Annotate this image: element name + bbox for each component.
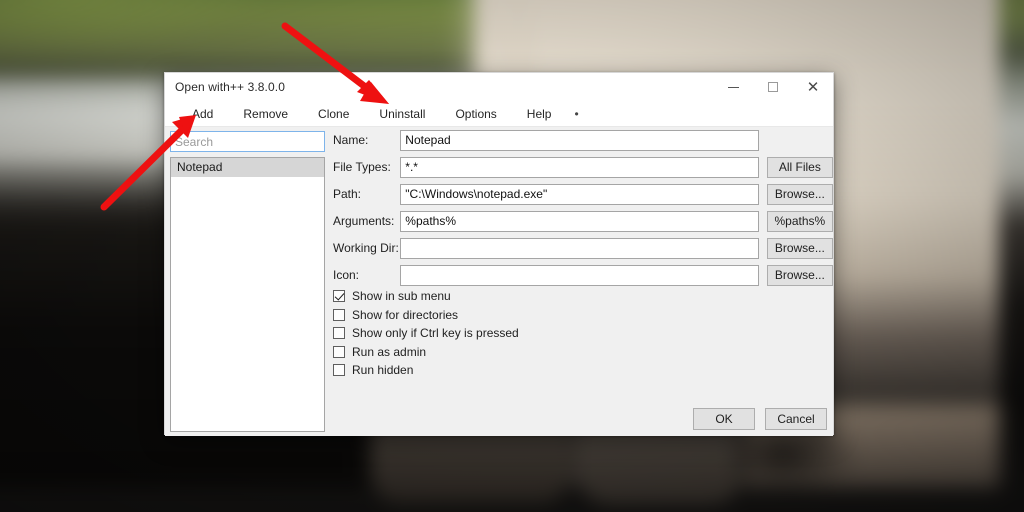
checkbox-unchecked-icon[interactable] — [333, 345, 345, 358]
close-icon: ✕ — [806, 78, 820, 96]
browse-icon-button[interactable]: Browse... — [766, 264, 833, 286]
paths-token-button[interactable]: %paths% — [766, 210, 833, 232]
screen: Open with++ 3.8.0.0 ✕ Add Remove Clone U… — [0, 0, 1024, 512]
checkbox-label: Show for directories — [352, 307, 459, 322]
list-item-notepad[interactable]: Notepad — [171, 158, 324, 177]
cancel-button[interactable]: Cancel — [765, 408, 827, 430]
maximize-button[interactable] — [753, 73, 793, 101]
options-checkbox-group: Show in sub menu Show for directories Sh… — [333, 287, 519, 380]
checkbox-unchecked-icon[interactable] — [333, 308, 345, 321]
checkbox-label: Show only if Ctrl key is pressed — [352, 326, 519, 341]
menu-item-help[interactable]: Help — [512, 103, 567, 125]
entry-form: Name: File Types: All Files Path: Browse… — [333, 127, 833, 289]
dialog-footer: OK Cancel — [693, 408, 827, 430]
menubar: Add Remove Clone Uninstall Options Help … — [165, 101, 833, 127]
checkbox-label: Run as admin — [352, 344, 427, 359]
form-row-working-dir: Working Dir: Browse... — [333, 235, 833, 261]
open-with-plus-plus-dialog: Open with++ 3.8.0.0 ✕ Add Remove Clone U… — [164, 72, 834, 436]
checkbox-label: Show in sub menu — [352, 289, 451, 304]
label-arguments: Arguments: — [333, 214, 395, 228]
checkbox-label: Run hidden — [352, 363, 414, 378]
checkbox-show-for-directories[interactable]: Show for directories — [333, 306, 519, 325]
form-row-icon: Icon: Browse... — [333, 262, 833, 288]
all-files-button[interactable]: All Files — [766, 156, 833, 178]
menu-item-options[interactable]: Options — [440, 103, 511, 125]
label-file-types: File Types: — [333, 160, 391, 174]
search-input[interactable] — [170, 131, 325, 152]
icon-field[interactable] — [400, 264, 759, 286]
dialog-body: Notepad Name: File Types: All Files Path… — [165, 127, 833, 436]
checkbox-checked-icon[interactable] — [333, 290, 345, 303]
form-row-arguments: Arguments: %paths% — [333, 208, 833, 234]
file-types-field[interactable] — [400, 156, 759, 178]
checkbox-run-as-admin[interactable]: Run as admin — [333, 343, 519, 362]
checkbox-unchecked-icon[interactable] — [333, 364, 345, 377]
label-name: Name: — [333, 133, 369, 147]
window-title: Open with++ 3.8.0.0 — [175, 80, 285, 94]
arguments-field[interactable] — [400, 210, 759, 232]
label-path: Path: — [333, 187, 362, 201]
minimize-button[interactable] — [713, 73, 753, 101]
form-row-name: Name: — [333, 127, 833, 153]
menu-item-clone[interactable]: Clone — [303, 103, 364, 125]
name-field[interactable] — [400, 129, 759, 151]
window-controls: ✕ — [713, 73, 833, 101]
menu-overflow-icon[interactable]: • — [566, 105, 586, 123]
entry-listbox[interactable]: Notepad — [170, 157, 325, 432]
checkbox-unchecked-icon[interactable] — [333, 327, 345, 340]
checkbox-show-in-sub-menu[interactable]: Show in sub menu — [333, 287, 519, 306]
close-button[interactable]: ✕ — [793, 73, 833, 101]
menu-item-add[interactable]: Add — [177, 103, 228, 125]
form-row-path: Path: Browse... — [333, 181, 833, 207]
label-icon: Icon: — [333, 268, 360, 282]
path-field[interactable] — [400, 183, 759, 205]
menu-item-remove[interactable]: Remove — [228, 103, 303, 125]
titlebar[interactable]: Open with++ 3.8.0.0 ✕ — [165, 73, 833, 101]
checkbox-show-only-if-ctrl-pressed[interactable]: Show only if Ctrl key is pressed — [333, 324, 519, 343]
minimize-icon — [727, 86, 739, 88]
menu-item-uninstall[interactable]: Uninstall — [364, 103, 440, 125]
maximize-icon — [768, 82, 778, 92]
name-button-spacer — [767, 130, 833, 151]
working-dir-field[interactable] — [400, 237, 759, 259]
browse-working-dir-button[interactable]: Browse... — [766, 237, 833, 259]
browse-path-button[interactable]: Browse... — [766, 183, 833, 205]
checkbox-run-hidden[interactable]: Run hidden — [333, 361, 519, 380]
ok-button[interactable]: OK — [693, 408, 755, 430]
form-row-file-types: File Types: All Files — [333, 154, 833, 180]
label-working-dir: Working Dir: — [333, 241, 399, 255]
